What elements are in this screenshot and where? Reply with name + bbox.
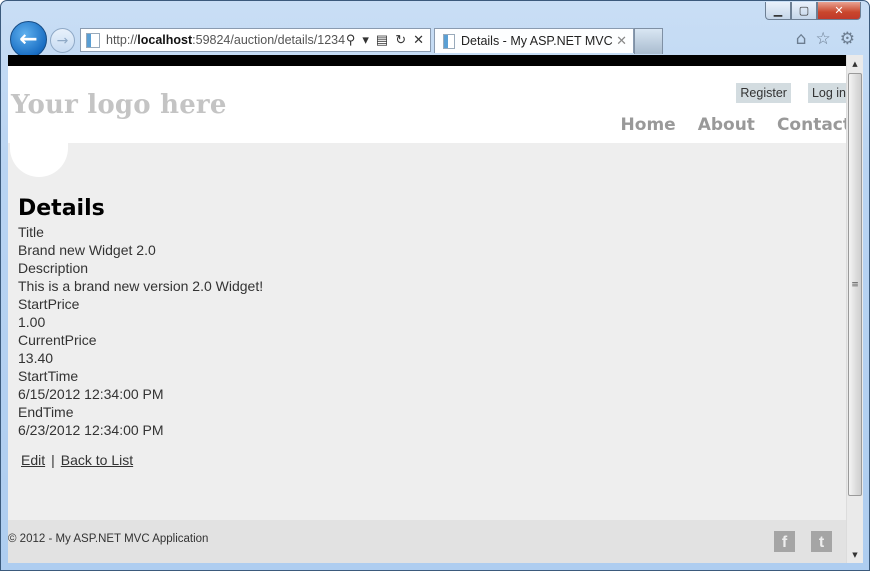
top-black-bar bbox=[8, 56, 854, 66]
stop-icon[interactable]: ✕ bbox=[413, 32, 424, 48]
field-label: StartPrice bbox=[18, 296, 80, 312]
details-fieldset: Title Brand new Widget 2.0 Description T… bbox=[18, 223, 844, 439]
field-label: Title bbox=[18, 224, 44, 240]
back-button[interactable]: ← bbox=[10, 21, 47, 58]
copyright-text: © 2012 - My ASP.NET MVC Application bbox=[8, 533, 209, 545]
page-viewport: Your logo here Register Log in Home Abou… bbox=[8, 55, 854, 563]
forward-button[interactable]: → bbox=[50, 28, 75, 53]
main-menu: Home About Contact bbox=[621, 115, 851, 135]
url-scheme: http:// bbox=[106, 33, 138, 47]
login-links: Register Log in bbox=[736, 83, 850, 103]
field-value: 6/23/2012 12:34:00 PM bbox=[18, 422, 164, 438]
back-to-list-link[interactable]: Back to List bbox=[61, 452, 133, 468]
maximize-button[interactable]: ▢ bbox=[791, 2, 817, 20]
url-text[interactable]: http://localhost:59824/auction/details/1… bbox=[106, 33, 346, 47]
maximize-icon: ▢ bbox=[798, 4, 810, 17]
field-value: 13.40 bbox=[18, 350, 54, 366]
page-icon bbox=[86, 32, 100, 48]
field-label: CurrentPrice bbox=[18, 332, 97, 348]
menu-item-about[interactable]: About bbox=[698, 115, 755, 135]
url-path: :59824/auction/details/1234 bbox=[192, 33, 346, 47]
register-link[interactable]: Register bbox=[736, 83, 791, 103]
site-logo[interactable]: Your logo here bbox=[11, 90, 227, 120]
close-window-button[interactable]: ✕ bbox=[817, 2, 861, 20]
field-value: 1.00 bbox=[18, 314, 46, 330]
site-footer: © 2012 - My ASP.NET MVC Application f t bbox=[8, 520, 854, 563]
window-controls: ▁ ▢ ✕ bbox=[765, 2, 861, 20]
refresh-icon[interactable]: ↻ bbox=[395, 32, 406, 48]
home-icon[interactable]: ⌂ bbox=[796, 29, 807, 49]
compatibility-view-icon[interactable]: ▤ bbox=[376, 32, 388, 48]
page-title: Details bbox=[18, 196, 105, 221]
detail-actions: Edit | Back to List bbox=[18, 452, 844, 468]
vertical-scrollbar[interactable]: ▲ ≡ ▼ bbox=[846, 55, 863, 563]
favorites-star-icon[interactable]: ☆ bbox=[816, 29, 831, 49]
menu-item-contact[interactable]: Contact bbox=[777, 115, 851, 135]
edit-link[interactable]: Edit bbox=[21, 452, 45, 468]
field-value: 6/15/2012 12:34:00 PM bbox=[18, 386, 164, 402]
field-value: This is a brand new version 2.0 Widget! bbox=[18, 278, 264, 294]
field-label: StartTime bbox=[18, 368, 79, 384]
tab-details[interactable]: Details - My ASP.NET MVC ... ✕ bbox=[434, 28, 634, 53]
field-value: Brand new Widget 2.0 bbox=[18, 242, 156, 258]
minimize-icon: ▁ bbox=[773, 4, 783, 17]
field-label: Description bbox=[18, 260, 89, 276]
tab-title: Details - My ASP.NET MVC ... bbox=[461, 34, 617, 48]
tab-page-icon bbox=[443, 33, 455, 49]
close-icon: ✕ bbox=[834, 4, 844, 17]
site-header: Your logo here Register Log in Home Abou… bbox=[8, 66, 854, 177]
main-content: Details Title Brand new Widget 2.0 Descr… bbox=[8, 143, 854, 468]
search-icon[interactable]: ⚲ bbox=[346, 32, 356, 48]
scroll-up-icon[interactable]: ▲ bbox=[847, 55, 863, 72]
new-tab-button[interactable] bbox=[634, 28, 663, 54]
separator: | bbox=[51, 452, 55, 468]
forward-arrow-icon: → bbox=[56, 32, 69, 49]
tab-close-icon[interactable]: ✕ bbox=[616, 33, 633, 49]
menu-item-home[interactable]: Home bbox=[621, 115, 676, 135]
address-bar[interactable]: http://localhost:59824/auction/details/1… bbox=[80, 28, 431, 52]
twitter-icon[interactable]: t bbox=[811, 531, 832, 552]
social-links: f t bbox=[774, 531, 832, 552]
dropdown-icon[interactable]: ▾ bbox=[362, 32, 369, 48]
minimize-button[interactable]: ▁ bbox=[765, 2, 791, 20]
scroll-down-icon[interactable]: ▼ bbox=[847, 546, 863, 563]
facebook-icon[interactable]: f bbox=[774, 531, 795, 552]
grip-icon: ≡ bbox=[851, 279, 859, 290]
back-arrow-icon: ← bbox=[19, 27, 38, 52]
tools-gear-icon[interactable]: ⚙ bbox=[840, 29, 855, 49]
scrollbar-thumb[interactable]: ≡ bbox=[848, 73, 862, 496]
login-link[interactable]: Log in bbox=[807, 83, 850, 103]
url-host: localhost bbox=[137, 33, 193, 47]
field-label: EndTime bbox=[18, 404, 74, 420]
